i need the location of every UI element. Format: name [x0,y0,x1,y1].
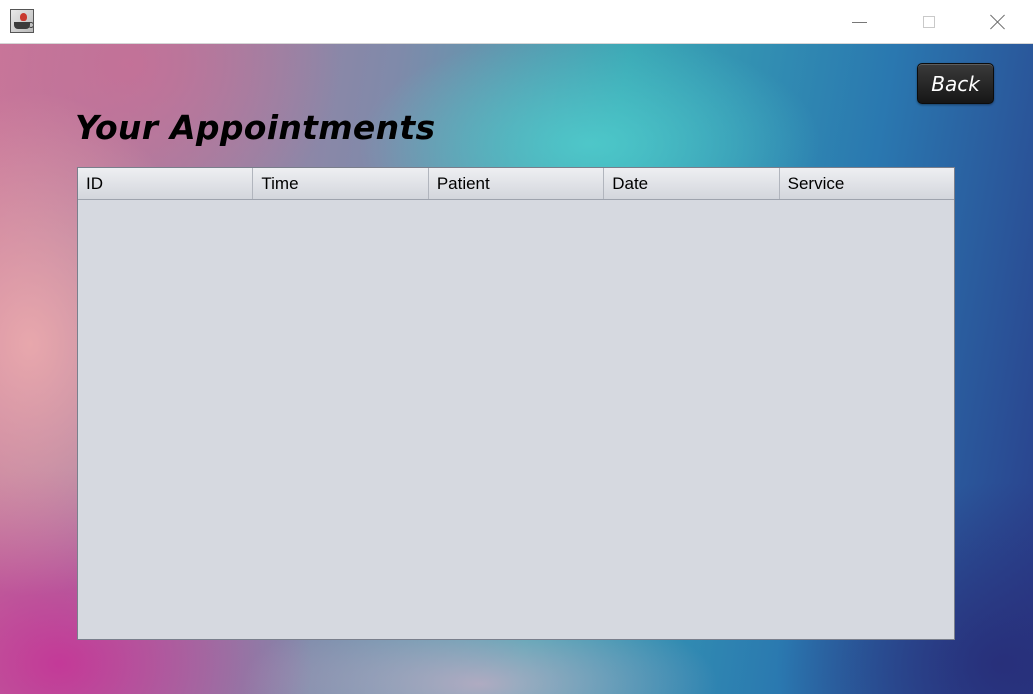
column-header-date[interactable]: Date [604,168,780,199]
column-header-service[interactable]: Service [780,168,954,199]
maximize-icon [923,16,935,28]
column-header-patient[interactable]: Patient [429,168,605,199]
window-titlebar [0,0,1033,44]
appointments-table[interactable]: ID Time Patient Date Service [77,167,955,640]
column-header-time[interactable]: Time [253,168,429,199]
column-header-id[interactable]: ID [78,168,254,199]
page-title: Your Appointments [75,108,436,147]
minimize-icon [851,21,867,23]
minimize-button[interactable] [824,0,894,44]
maximize-button[interactable] [894,0,964,44]
table-header: ID Time Patient Date Service [78,168,954,200]
back-button[interactable]: Back [917,63,994,104]
close-icon [990,14,1006,30]
table-body[interactable] [78,200,954,639]
content-panel: Back Your Appointments ID Time Patient D… [0,44,1033,694]
close-button[interactable] [963,0,1033,44]
java-coffee-cup-icon [10,9,34,33]
